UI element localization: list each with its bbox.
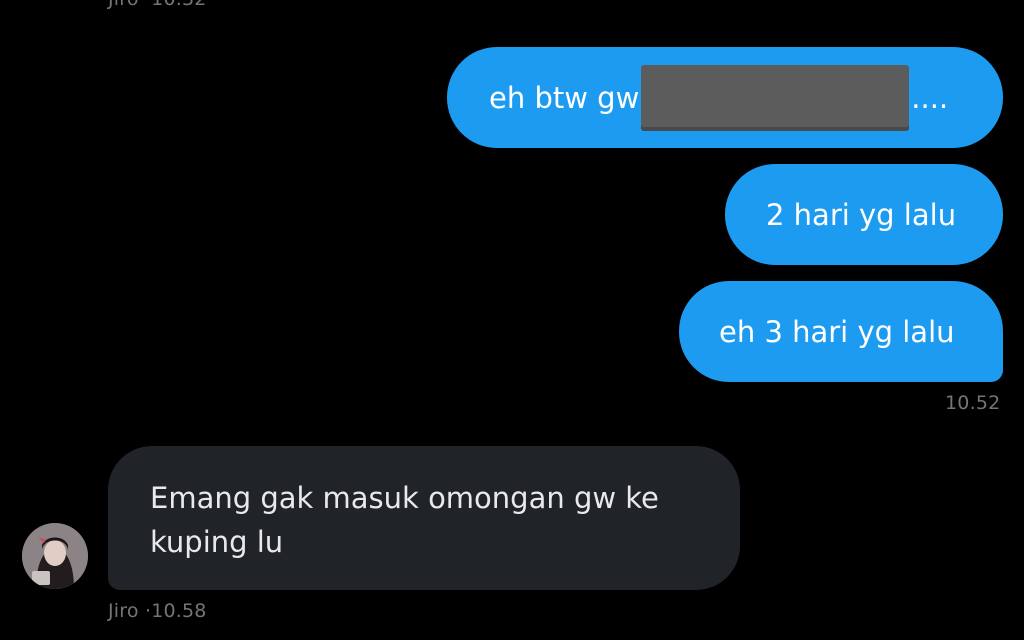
incoming-message-meta: Jiro ·10.58 [108, 600, 207, 622]
top-message-meta: Jiro ·10.32 [108, 0, 207, 10]
sender-name: Jiro [108, 600, 139, 622]
avatar-image [22, 523, 88, 589]
avatar[interactable] [22, 523, 88, 589]
message-text: eh 3 hari yg lalu [719, 314, 955, 349]
incoming-message-bubble[interactable]: Emang gak masuk omongan gw ke kuping lu [108, 446, 740, 590]
message-text: 2 hari yg lalu [766, 197, 957, 232]
message-time: 10.58 [151, 600, 207, 622]
message-text-line: kuping lu [150, 525, 284, 559]
outgoing-message-bubble[interactable]: eh 3 hari yg lalu [679, 281, 1003, 382]
message-time: 10.32 [151, 0, 206, 10]
message-timestamp: 10.52 [945, 392, 1001, 414]
message-text-line: Emang gak masuk omongan gw ke [150, 481, 659, 515]
message-text-tail: .... [911, 80, 949, 115]
outgoing-message-bubble[interactable]: 2 hari yg lalu [725, 164, 1003, 265]
redaction-block [641, 64, 910, 131]
outgoing-message-bubble[interactable]: eh btw gw .... [447, 47, 1003, 148]
sender-name: Jiro [108, 0, 139, 10]
message-text: eh btw gw [489, 80, 640, 115]
